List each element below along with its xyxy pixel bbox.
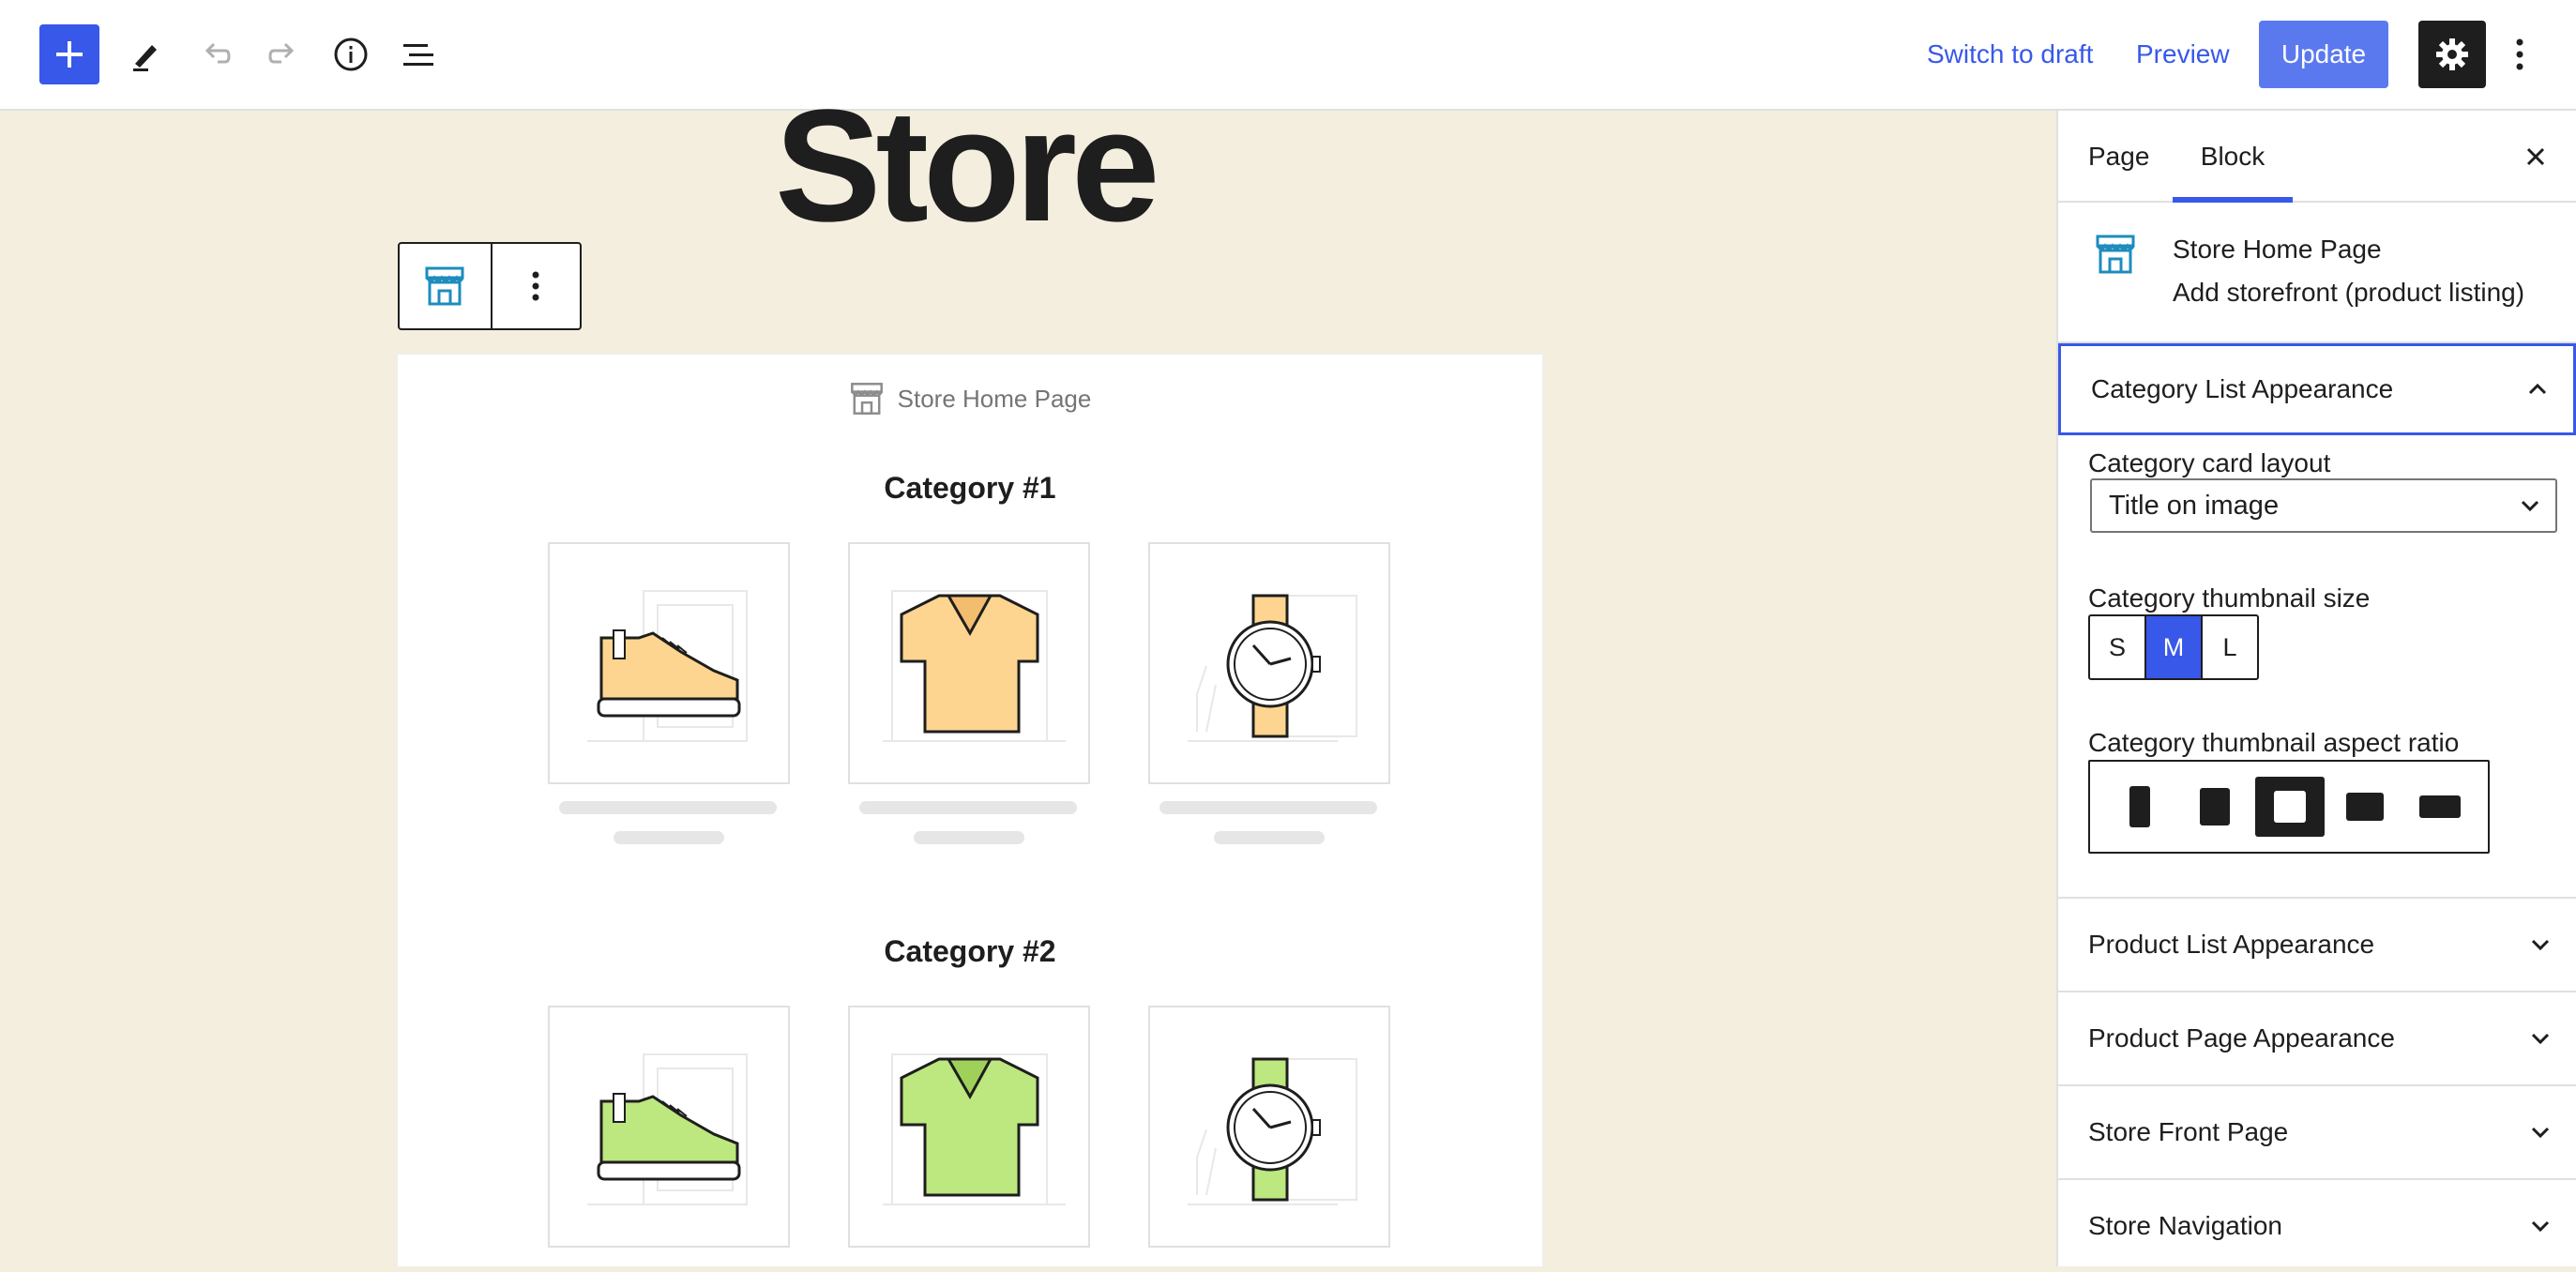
title-placeholder — [559, 801, 777, 814]
redo-button[interactable] — [257, 28, 310, 81]
store-icon — [425, 266, 464, 306]
panel-title: Product List Appearance — [2088, 930, 2375, 959]
title-placeholder — [859, 801, 1077, 814]
add-block-button[interactable] — [39, 24, 99, 84]
sidebar-tabs: Page Block — [2058, 111, 2576, 203]
chevron-up-icon — [2528, 383, 2547, 395]
update-button[interactable]: Update — [2259, 21, 2388, 88]
chevron-down-icon — [2521, 500, 2539, 512]
size-option-m[interactable]: M — [2144, 614, 2203, 680]
block-type-button[interactable] — [400, 244, 492, 328]
aspect-option-square[interactable] — [2255, 777, 2325, 837]
shoe-icon — [587, 1053, 748, 1205]
panel-toggle-product-page-appearance[interactable]: Product Page Appearance — [2058, 991, 2576, 1084]
aspect-ratio-icon — [2129, 786, 2150, 827]
block-card: Store Home Page Add storefront (product … — [2058, 203, 2576, 343]
price-placeholder — [1214, 831, 1325, 844]
size-option-l[interactable]: L — [2201, 614, 2259, 680]
category-card-layout-select[interactable]: Title on image — [2090, 478, 2557, 533]
more-vertical-icon — [2516, 38, 2523, 70]
chevron-down-icon — [2531, 1220, 2550, 1233]
aspect-ratio-icon — [2346, 793, 2384, 821]
watch-icon — [1188, 1057, 1357, 1205]
aspect-option-portrait[interactable] — [2180, 777, 2250, 837]
tools-button[interactable] — [120, 28, 173, 81]
aspect-option-wide[interactable] — [2405, 777, 2475, 837]
chevron-down-icon — [2531, 1127, 2550, 1139]
close-sidebar-button[interactable] — [2512, 133, 2559, 180]
pencil-icon — [133, 45, 157, 71]
category-title: Category #1 — [884, 471, 1056, 505]
panel-toggle-store-front-page[interactable]: Store Front Page — [2058, 1084, 2576, 1178]
panel-title: Store Front Page — [2088, 1117, 2289, 1146]
aspect-ratio-icon — [2419, 795, 2461, 818]
title-placeholder — [1159, 801, 1377, 814]
preview-button[interactable]: Preview — [2136, 28, 2230, 81]
close-icon — [2526, 147, 2545, 166]
shirt-icon — [883, 1053, 1066, 1205]
shirt-icon — [883, 590, 1066, 742]
page-title[interactable]: Store — [775, 86, 1160, 246]
product-card-watch[interactable] — [1148, 542, 1390, 784]
product-card-shoe[interactable] — [548, 542, 790, 784]
product-card-shirt[interactable] — [848, 542, 1090, 784]
redo-icon — [268, 42, 295, 64]
list-view-button[interactable] — [392, 28, 445, 81]
aspect-option-landscape[interactable] — [2330, 777, 2400, 837]
gear-icon — [2436, 38, 2468, 70]
product-card-shoe[interactable] — [548, 1006, 790, 1248]
tab-block[interactable]: Block — [2173, 111, 2293, 203]
store-icon — [2096, 235, 2135, 274]
watch-icon — [1188, 594, 1357, 742]
aspect-ratio-icon — [2200, 788, 2230, 825]
category-title: Category #2 — [884, 934, 1056, 968]
panel-toggle-store-navigation[interactable]: Store Navigation — [2058, 1178, 2576, 1272]
size-option-s[interactable]: S — [2088, 614, 2146, 680]
tab-page[interactable]: Page — [2088, 111, 2149, 203]
aspect-option-tall[interactable] — [2105, 777, 2174, 837]
category-card-layout-label: Category card layout — [2088, 448, 2331, 477]
switch-to-draft-button[interactable]: Switch to draft — [1927, 28, 2093, 81]
plus-icon — [56, 41, 83, 68]
aspect-ratio-icon — [2274, 791, 2306, 823]
product-card-shirt[interactable] — [848, 1006, 1090, 1248]
shoe-icon — [587, 590, 748, 742]
store-home-page-block[interactable]: Store Home Page Category #1 Category #2 — [398, 355, 1542, 1266]
undo-icon — [205, 42, 231, 64]
category-thumbnail-aspect-ratio-label: Category thumbnail aspect ratio — [2088, 728, 2460, 757]
price-placeholder — [614, 831, 724, 844]
price-placeholder — [914, 831, 1024, 844]
panel-title: Category List Appearance — [2091, 374, 2394, 403]
undo-button[interactable] — [189, 28, 242, 81]
block-card-title: Store Home Page — [2173, 235, 2382, 264]
options-button[interactable] — [2499, 28, 2540, 81]
block-options-button[interactable] — [492, 244, 580, 328]
product-card-watch[interactable] — [1148, 1006, 1390, 1248]
store-icon — [850, 383, 883, 415]
panel-toggle-category-list-appearance[interactable]: Category List Appearance — [2058, 343, 2576, 435]
more-vertical-icon — [532, 271, 539, 301]
info-icon — [334, 38, 368, 71]
thumbnail-size-group: S M L — [2088, 614, 2259, 680]
panel-title: Store Navigation — [2088, 1211, 2283, 1240]
block-card-description: Add storefront (product listing) — [2173, 278, 2525, 307]
chevron-down-icon — [2531, 939, 2550, 951]
block-label-text: Store Home Page — [897, 384, 1092, 413]
panel-title: Product Page Appearance — [2088, 1023, 2395, 1052]
block-label: Store Home Page — [398, 381, 1542, 416]
settings-button[interactable] — [2418, 21, 2486, 88]
block-toolbar — [398, 242, 582, 330]
list-view-icon — [403, 44, 433, 66]
chevron-down-icon — [2531, 1033, 2550, 1045]
details-button[interactable] — [325, 28, 377, 81]
select-value: Title on image — [2109, 490, 2280, 521]
category-thumbnail-size-label: Category thumbnail size — [2088, 583, 2371, 613]
aspect-ratio-group — [2088, 760, 2490, 854]
settings-sidebar: Page Block Store Home Page Add storefron… — [2056, 111, 2576, 1266]
editor-toolbar: Switch to draft Preview Update — [0, 0, 2576, 111]
panel-toggle-product-list-appearance[interactable]: Product List Appearance — [2058, 897, 2576, 991]
